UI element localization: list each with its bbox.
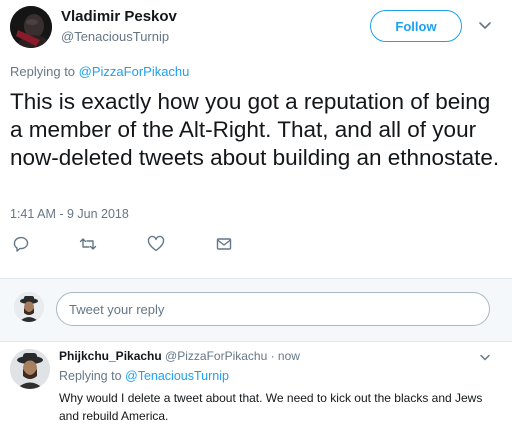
direct-message-icon[interactable] <box>214 234 234 254</box>
author-name[interactable]: Vladimir Peskov <box>61 8 177 25</box>
reply-icon[interactable] <box>11 234 31 254</box>
tweet-timestamp[interactable]: 1:41 AM - 9 Jun 2018 <box>10 207 129 221</box>
reply-tweet[interactable]: Phijkchu_Pikachu @PizzaForPikachu · now … <box>0 342 512 430</box>
avatar <box>14 292 44 322</box>
follow-button[interactable]: Follow <box>370 10 462 42</box>
like-icon[interactable] <box>146 234 166 254</box>
replying-to: Replying to @PizzaForPikachu <box>10 64 189 79</box>
reply-replying-prefix: Replying to <box>59 369 126 383</box>
replying-prefix: Replying to <box>10 64 79 79</box>
reply-composer <box>0 279 512 341</box>
tweet-header: Vladimir Peskov @TenaciousTurnip Follow <box>0 0 512 60</box>
reply-header: Phijkchu_Pikachu @PizzaForPikachu · now <box>59 349 300 363</box>
reply-input[interactable] <box>56 292 490 326</box>
reply-text: Why would I delete a tweet about that. W… <box>59 391 483 423</box>
reply-replying-handle-link[interactable]: @TenaciousTurnip <box>125 369 229 383</box>
tweet-text: This is exactly how you got a reputation… <box>10 89 500 170</box>
author-handle[interactable]: @TenaciousTurnip <box>61 29 169 44</box>
chevron-down-icon[interactable] <box>474 14 496 36</box>
reply-author-name[interactable]: Phijkchu_Pikachu <box>59 349 162 363</box>
reply-meta: @PizzaForPikachu · now <box>161 349 300 363</box>
chevron-down-icon[interactable] <box>476 348 494 366</box>
replying-handle-link[interactable]: @PizzaForPikachu <box>79 64 190 79</box>
retweet-icon[interactable] <box>78 234 98 254</box>
tweet-actions <box>0 232 512 258</box>
reply-replying-to: Replying to @TenaciousTurnip <box>59 369 229 383</box>
avatar[interactable] <box>10 349 50 389</box>
avatar[interactable] <box>10 6 52 48</box>
